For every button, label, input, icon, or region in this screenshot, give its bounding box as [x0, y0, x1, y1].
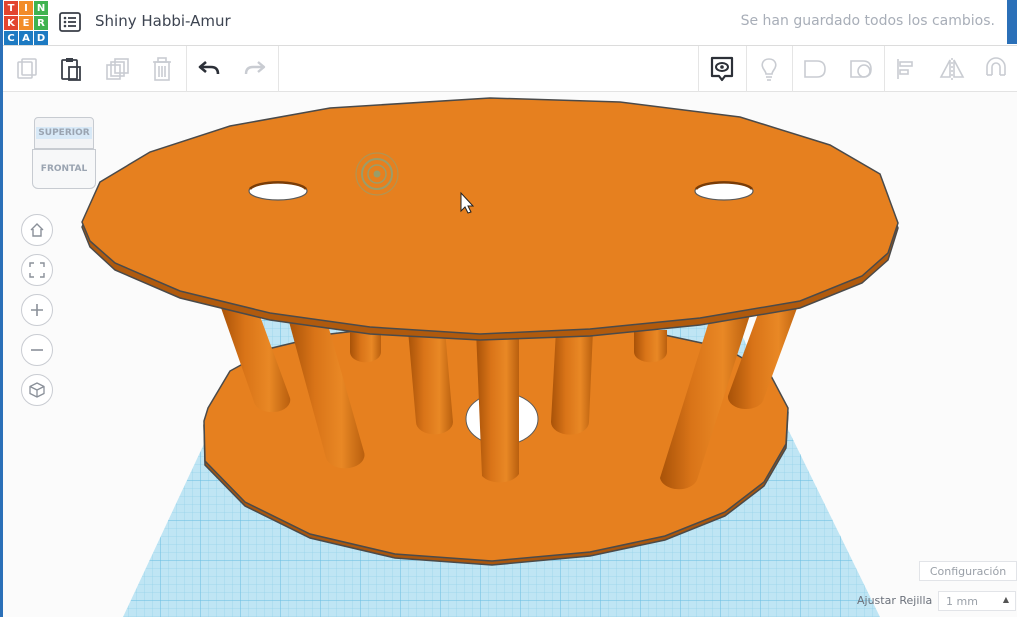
undo-icon	[198, 61, 220, 75]
design-menu-button[interactable]	[58, 10, 82, 34]
logo-letter: I	[19, 1, 33, 15]
tinkercad-logo[interactable]: TIN KER CAD	[4, 1, 48, 45]
support-post[interactable]	[634, 330, 667, 363]
fit-view-icon	[29, 262, 45, 278]
delete-button[interactable]	[147, 54, 177, 84]
mirror-button[interactable]	[937, 54, 967, 84]
logo-letter: K	[4, 16, 18, 30]
fit-view-button[interactable]	[21, 254, 53, 286]
snap-target-indicator	[355, 152, 399, 196]
settings-button[interactable]: Configuración	[919, 561, 1017, 581]
tinkercad-app: TIN KER CAD Shiny Habbi-Amur Se han guarda…	[0, 0, 1017, 617]
light-button[interactable]	[754, 54, 784, 84]
3d-scene[interactable]	[0, 92, 1017, 617]
logo-letter: N	[34, 1, 48, 15]
list-menu-icon	[59, 12, 81, 32]
notes-icon	[710, 56, 734, 82]
snap-grid-value: 1 mm	[946, 595, 978, 608]
toolbar-separator	[792, 46, 793, 92]
support-post[interactable]	[551, 330, 593, 435]
view-cube-front-label: FRONTAL	[40, 164, 88, 174]
mirror-icon	[939, 58, 965, 80]
toolbar-separator	[186, 46, 187, 92]
perspective-button[interactable]	[21, 374, 53, 406]
zoom-out-button[interactable]	[21, 334, 53, 366]
paste-button[interactable]	[56, 54, 86, 84]
zoom-out-icon	[31, 349, 43, 351]
align-button[interactable]	[892, 54, 922, 84]
duplicate-button[interactable]	[102, 54, 132, 84]
light-icon	[761, 58, 777, 81]
zoom-in-button[interactable]	[21, 294, 53, 326]
copy-button[interactable]	[12, 54, 42, 84]
hole-button[interactable]	[846, 54, 876, 84]
home-icon	[30, 223, 44, 237]
redo-icon	[244, 61, 266, 75]
snap-grid-select[interactable]: 1 mm ▲	[938, 591, 1016, 611]
design-title[interactable]: Shiny Habbi-Amur	[95, 12, 231, 30]
snap-grid-label: Ajustar Rejilla	[857, 594, 933, 607]
home-view-button[interactable]	[21, 214, 53, 246]
logo-letter: T	[4, 1, 18, 15]
zoom-in-icon	[31, 304, 43, 316]
header-bar: TIN KER CAD Shiny Habbi-Amur Se han guarda…	[0, 0, 1017, 46]
logo-letter: R	[34, 16, 48, 30]
view-cube[interactable]: SUPERIOR FRONTAL	[32, 117, 96, 191]
view-cube-top-label: SUPERIOR	[36, 127, 92, 139]
logo-letter: D	[34, 31, 48, 45]
support-post[interactable]	[476, 330, 519, 483]
shape-outline-button[interactable]	[800, 54, 830, 84]
magnet-icon	[986, 57, 1006, 76]
magnet-button[interactable]	[981, 54, 1011, 84]
view-cube-front-face[interactable]: FRONTAL	[32, 149, 96, 189]
edit-toolbar	[0, 46, 1017, 92]
toolbar-separator	[884, 46, 885, 92]
logo-letter: A	[19, 31, 33, 45]
redo-button[interactable]	[240, 54, 270, 84]
logo-letter: C	[4, 31, 18, 45]
toolbar-separator	[698, 46, 699, 92]
toolbar-separator	[746, 46, 747, 92]
paste-icon	[61, 58, 81, 81]
workplane-viewport[interactable]	[0, 92, 1017, 617]
logo-letter: E	[19, 16, 33, 30]
delete-icon	[153, 57, 171, 81]
align-icon	[897, 59, 913, 79]
perspective-icon	[29, 382, 45, 398]
duplicate-icon	[106, 58, 129, 80]
window-left-edge	[0, 0, 3, 617]
shape-outline-icon	[804, 60, 826, 78]
undo-button[interactable]	[194, 54, 224, 84]
dropdown-arrow-icon: ▲	[1002, 595, 1009, 604]
hole-icon	[850, 60, 872, 78]
window-right-edge	[1007, 0, 1017, 44]
view-cube-top-face[interactable]: SUPERIOR	[34, 117, 94, 149]
toolbar-separator	[278, 46, 279, 92]
save-status-text: Se han guardado todos los cambios.	[740, 13, 995, 29]
copy-icon	[17, 58, 37, 79]
notes-button[interactable]	[707, 54, 737, 84]
